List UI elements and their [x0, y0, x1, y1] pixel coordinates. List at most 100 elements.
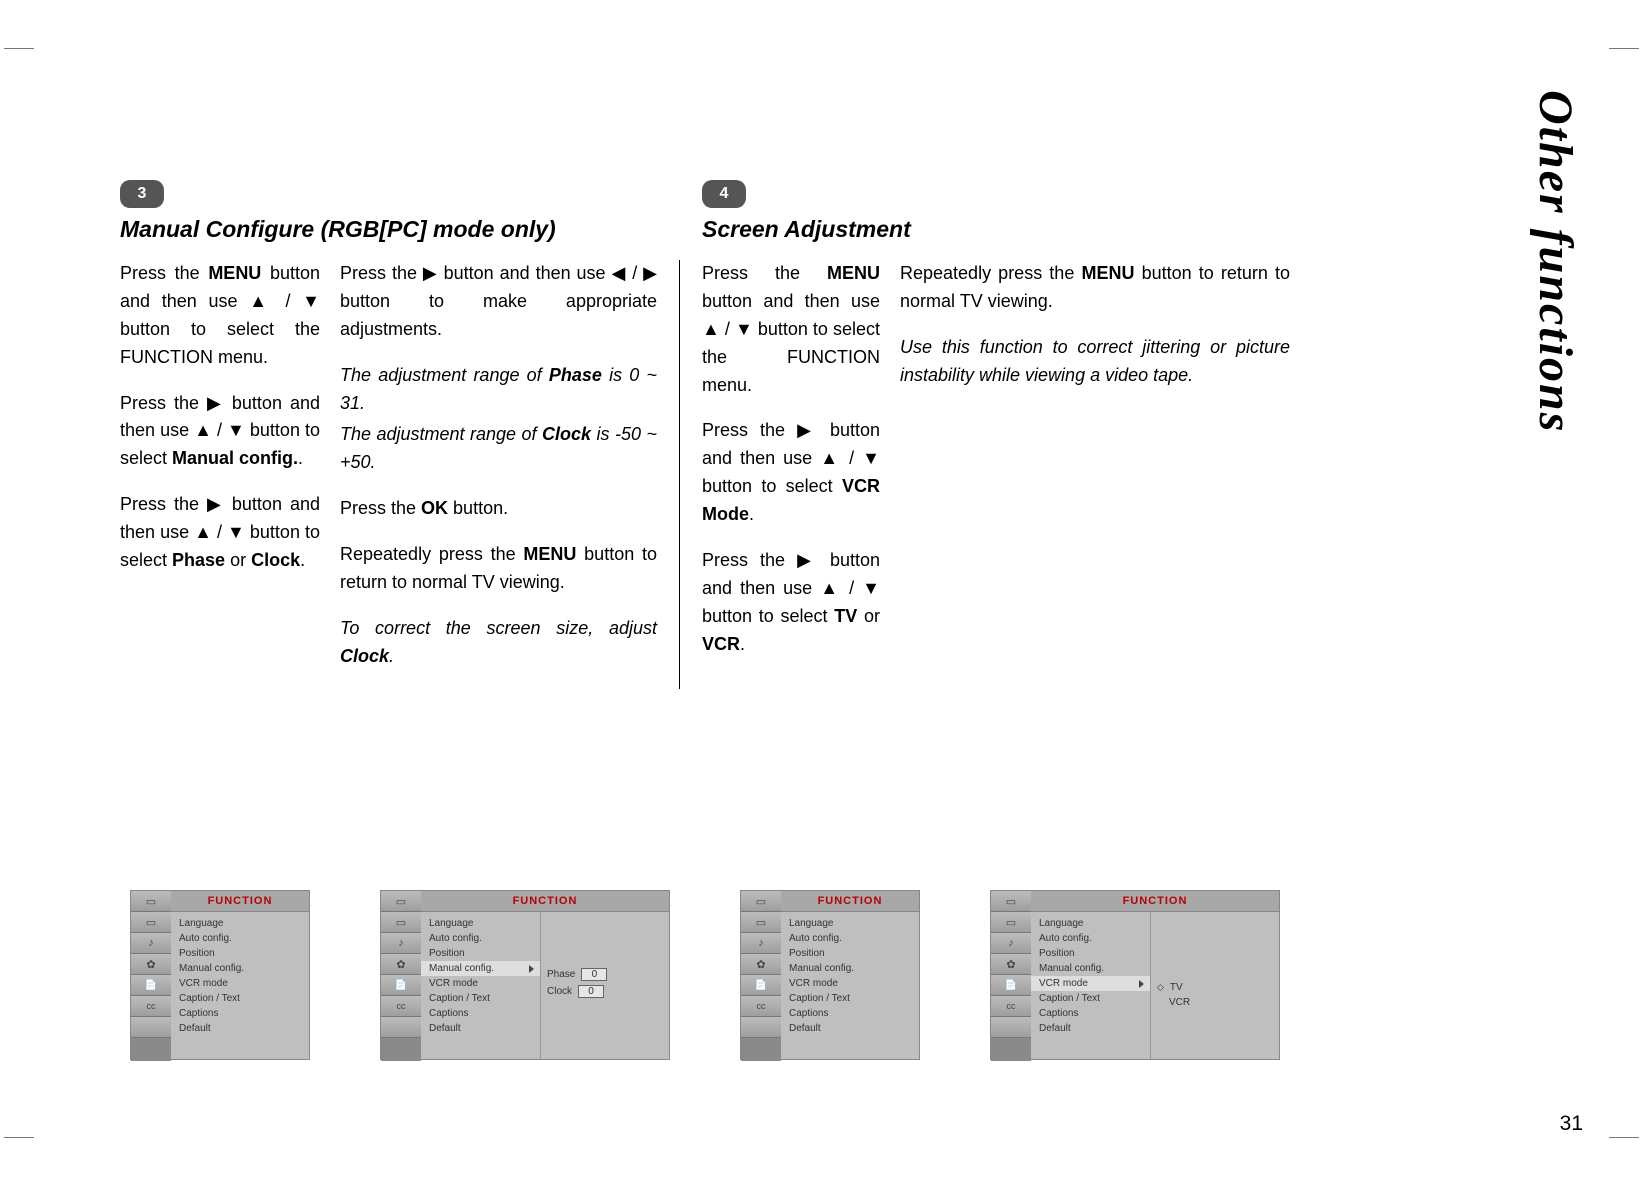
text: .	[298, 448, 303, 468]
list-item: Default	[1031, 1021, 1150, 1036]
settings-icon	[381, 954, 421, 975]
special-icon	[991, 975, 1031, 996]
page-number: 31	[1560, 1112, 1583, 1136]
para: Press the ▶ button and then use ▲ / ▼ bu…	[120, 390, 320, 474]
picture-icon	[131, 912, 171, 933]
label: Clock	[547, 986, 572, 997]
osd-function-menu-3: FUNCTION Language Auto config. Position …	[740, 890, 920, 1060]
list-item-selected: VCR mode	[1031, 976, 1150, 991]
osd-function-menu-2: FUNCTION Language Auto config. Position …	[380, 890, 670, 1060]
caption-icon	[741, 996, 781, 1017]
osd-header: FUNCTION	[781, 891, 919, 912]
sound-icon	[381, 933, 421, 954]
submenu-option-vcr: VCR	[1157, 997, 1273, 1008]
list-item: Caption / Text	[421, 991, 540, 1006]
text: .	[740, 634, 745, 654]
osd-menu-list: Language Auto config. Position Manual co…	[421, 912, 541, 1059]
display-icon	[991, 891, 1031, 912]
display-icon	[381, 891, 421, 912]
osd-category-icons	[381, 891, 421, 1061]
side-section-title: Other functions	[1543, 90, 1583, 590]
text: Press the	[702, 263, 827, 283]
text: Press the	[340, 498, 421, 518]
text: .	[389, 646, 394, 666]
step-badge-4: 4	[702, 180, 746, 208]
list-item: VCR mode	[781, 976, 919, 991]
section-title-manual-configure: Manual Configure (RGB[PC] mode only)	[120, 216, 556, 243]
special-icon	[381, 975, 421, 996]
caption-icon	[991, 996, 1031, 1017]
text: Repeatedly press the	[340, 544, 523, 564]
sound-icon	[741, 933, 781, 954]
step-badge-3: 3	[120, 180, 164, 208]
special-icon	[741, 975, 781, 996]
list-item: Auto config.	[1031, 931, 1150, 946]
text: The adjustment range of	[340, 365, 549, 385]
list-item: Position	[171, 946, 309, 961]
submenu-phase-row: Phase 0	[547, 968, 663, 981]
para: Press the OK button.	[340, 495, 657, 523]
term-clock: Clock	[542, 424, 591, 444]
option-label: TV	[1170, 982, 1183, 993]
term-clock: Clock	[251, 550, 300, 570]
osd-menu-list: Language Auto config. Position Manual co…	[171, 912, 309, 1059]
list-item: Caption / Text	[171, 991, 309, 1006]
blank-icon	[741, 1017, 781, 1038]
caption-icon	[381, 996, 421, 1017]
list-item: VCR mode	[421, 976, 540, 991]
picture-icon	[381, 912, 421, 933]
para-correct-clock: To correct the screen size, adjust Clock…	[340, 615, 657, 671]
submenu-clock-row: Clock 0	[547, 985, 663, 998]
osd-menu-list: Language Auto config. Position Manual co…	[781, 912, 919, 1059]
list-item-selected: Manual config.	[421, 961, 540, 976]
term-phase: Phase	[549, 365, 602, 385]
list-item: Default	[781, 1021, 919, 1036]
para-range-clock: The adjustment range of Clock is -50 ~ +…	[340, 421, 657, 477]
osd-category-icons	[741, 891, 781, 1061]
osd-function-menu-1: FUNCTION Language Auto config. Position …	[130, 890, 310, 1060]
term-menu: MENU	[523, 544, 576, 564]
text: button and then use ▲ / ▼ button to sele…	[702, 291, 880, 395]
picture-icon	[741, 912, 781, 933]
term-menu: MENU	[208, 263, 261, 283]
para: Repeatedly press the MENU button to retu…	[340, 541, 657, 597]
display-icon	[741, 891, 781, 912]
section4-col2: Repeatedly press the MENU button to retu…	[900, 260, 1300, 689]
list-item: Position	[421, 946, 540, 961]
section3-col2: Press the ▶ button and then use ◀ / ▶ bu…	[340, 260, 680, 689]
section3-col1: Press the MENU button and then use ▲ / ▼…	[120, 260, 340, 689]
list-item: Position	[781, 946, 919, 961]
list-item: Default	[171, 1021, 309, 1036]
text: To correct the screen size, adjust	[340, 618, 657, 638]
list-item: Default	[421, 1021, 540, 1036]
list-item: VCR mode	[171, 976, 309, 991]
list-item: Captions	[1031, 1006, 1150, 1021]
osd-header: FUNCTION	[1031, 891, 1279, 912]
term-menu: MENU	[1081, 263, 1134, 283]
display-icon	[131, 891, 171, 912]
text: button.	[448, 498, 508, 518]
list-item: Caption / Text	[1031, 991, 1150, 1006]
list-item: Auto config.	[421, 931, 540, 946]
picture-icon	[991, 912, 1031, 933]
para: Press the ▶ button and then use ◀ / ▶ bu…	[340, 260, 657, 344]
blank-icon	[381, 1017, 421, 1038]
settings-icon	[131, 954, 171, 975]
value-box: 0	[581, 968, 607, 981]
osd-category-icons	[991, 891, 1031, 1061]
value-box: 0	[578, 985, 604, 998]
osd-category-icons	[131, 891, 171, 1061]
term-ok: OK	[421, 498, 448, 518]
list-item: Language	[421, 916, 540, 931]
blank-icon	[991, 1017, 1031, 1038]
list-item: Captions	[171, 1006, 309, 1021]
text: or	[857, 606, 880, 626]
list-item: Captions	[781, 1006, 919, 1021]
list-item: Position	[1031, 946, 1150, 961]
text: The adjustment range of	[340, 424, 542, 444]
list-item: Language	[1031, 916, 1150, 931]
list-item: Manual config.	[1031, 961, 1150, 976]
term-manual-config: Manual config.	[172, 448, 298, 468]
blank-icon	[131, 1017, 171, 1038]
para-use-function: Use this function to correct jittering o…	[900, 334, 1290, 390]
